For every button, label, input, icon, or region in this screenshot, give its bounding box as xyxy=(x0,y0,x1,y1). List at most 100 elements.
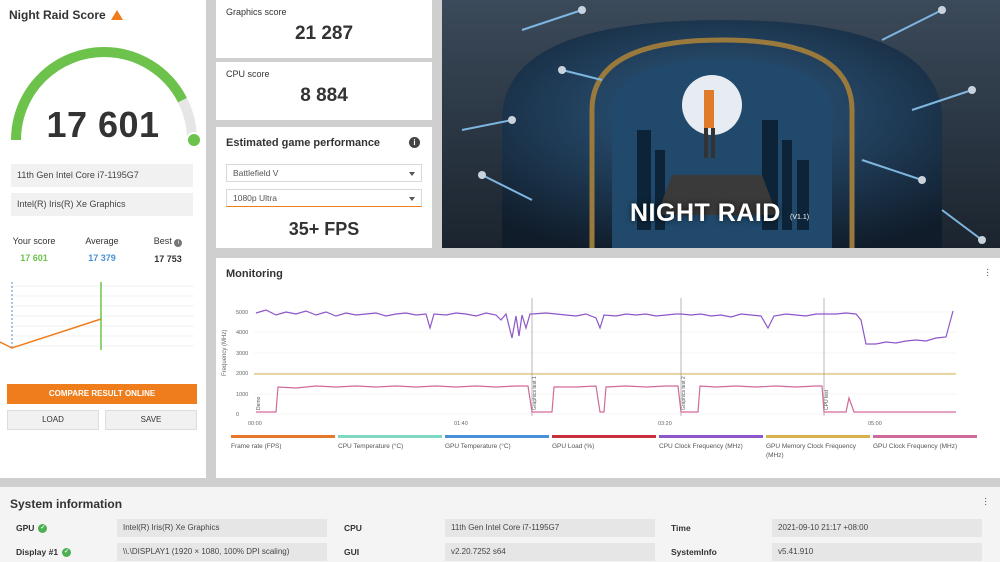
legend-swatch xyxy=(338,435,442,438)
save-button[interactable]: SAVE xyxy=(105,410,197,430)
legend-swatch xyxy=(766,435,870,438)
legend-label: GPU Clock Frequency (MHz) xyxy=(873,443,958,450)
graphics-score-panel: Graphics score 21 287 xyxy=(216,0,432,58)
legend-swatch xyxy=(873,435,977,438)
gpu-label-row: GPU ✓ xyxy=(16,523,48,533)
legend-label: CPU Temperature (°C) xyxy=(338,443,404,450)
graphics-score-value: 21 287 xyxy=(294,23,354,44)
your-score-label: Your score xyxy=(12,236,56,246)
cpu-clock-line xyxy=(255,309,954,345)
preset-select[interactable]: 1080p Ultra xyxy=(226,189,422,207)
more-options-icon[interactable]: · · · xyxy=(984,494,988,510)
your-score-stat: Your score 17 601 xyxy=(4,236,64,263)
monitoring-chart: Frequency (MHz) 5000 4000 3000 2000 1000 0 00… xyxy=(222,298,956,427)
legend-label: GPU Temperature (°C) xyxy=(445,443,511,450)
legend-label: GPU Memory Clock Frequency (MHz) xyxy=(766,443,856,459)
legend-label: GPU Load (%) xyxy=(552,443,595,450)
test-marker-label: Graphics test 2 xyxy=(681,376,687,410)
x-tick-label: 01:40 xyxy=(454,421,468,427)
average-value: 17 379 xyxy=(88,253,116,263)
legend-item[interactable]: GPU Temperature (°C) xyxy=(445,435,549,451)
x-tick-label: 05:00 xyxy=(868,421,882,427)
night-raid-banner-image: NIGHT RAID (V1.1) xyxy=(442,0,1000,248)
y-axis-label: Frequency (MHz) xyxy=(222,330,228,376)
y-tick-label: 0 xyxy=(236,412,239,418)
legend-item[interactable]: GPU Load (%) xyxy=(552,435,656,451)
legend-item[interactable]: CPU Clock Frequency (MHz) xyxy=(659,435,763,451)
score-panel: Night Raid Score 17 601 11th Gen Intel C… xyxy=(0,0,206,478)
score-distribution-chart: 17500 xyxy=(0,282,194,350)
cpu-label: CPU xyxy=(344,523,362,533)
score-title: Night Raid Score xyxy=(9,8,123,22)
display-label-row: Display #1 ✓ xyxy=(16,547,72,557)
test-marker-label: Graphics test 1 xyxy=(532,376,538,410)
check-circle-icon: ✓ xyxy=(62,547,72,557)
display-value: \\.\DISPLAY1 (1920 × 1080, 100% DPI scal… xyxy=(117,543,327,561)
best-label: Best xyxy=(153,236,172,246)
load-button[interactable]: LOAD xyxy=(7,410,99,430)
legend-item[interactable]: GPU Memory Clock Frequency (MHz) xyxy=(766,435,870,460)
system-information-title: System information xyxy=(10,497,123,511)
game-select-value: Battlefield V xyxy=(233,168,279,178)
banner-version: (V1.1) xyxy=(790,214,810,221)
cpu-score-panel: CPU score 8 884 xyxy=(216,62,432,120)
gpu-name-box: Intel(R) Iris(R) Xe Graphics xyxy=(11,193,193,216)
y-tick-label: 5000 xyxy=(236,310,248,316)
info-icon[interactable]: i xyxy=(174,239,183,247)
your-score-value: 17 601 xyxy=(20,253,48,263)
test-marker-label: Demo xyxy=(256,396,262,410)
warning-icon[interactable] xyxy=(110,10,123,20)
system-information-panel: System information · · · GPU ✓ Intel(R) Iri… xyxy=(0,487,1000,562)
score-curve xyxy=(0,318,102,349)
time-value: 2021-09-10 21:17 +08:00 xyxy=(772,519,982,537)
benchmark-result-window: Night Raid Score 17 601 11th Gen Intel C… xyxy=(0,0,1000,562)
chevron-down-icon xyxy=(409,197,415,201)
gui-label: GUI xyxy=(344,547,360,557)
y-tick-label: 4000 xyxy=(236,330,248,336)
cpu-score-value: 8 884 xyxy=(300,85,348,106)
score-title-text: Night Raid Score xyxy=(9,8,106,22)
gpu-value: Intel(R) Iris(R) Xe Graphics xyxy=(117,519,327,537)
legend-swatch xyxy=(445,435,549,438)
cpu-score-label: CPU score xyxy=(226,69,270,79)
cpu-name-box: 11th Gen Intel Core i7-1195G7 xyxy=(11,164,193,187)
y-tick-label: 1000 xyxy=(236,392,248,398)
estimated-fps: 35+ FPS xyxy=(288,219,360,239)
test-marker-label: CPU test xyxy=(824,389,830,410)
gpu-label: GPU xyxy=(16,523,35,533)
game-select[interactable]: Battlefield V xyxy=(226,164,422,182)
legend-swatch xyxy=(659,435,763,438)
chevron-down-icon xyxy=(409,172,415,176)
legend-item[interactable]: GPU Clock Frequency (MHz) xyxy=(873,435,977,451)
banner-title: NIGHT RAID xyxy=(630,199,781,227)
average-label: Average xyxy=(85,236,119,246)
graphics-score-label: Graphics score xyxy=(226,7,287,17)
estimated-performance-title: Estimated game performance xyxy=(226,137,381,149)
legend-label: Frame rate (FPS) xyxy=(231,443,282,450)
monitoring-panel: Monitoring · · · Frequency (MHz) 5000 4000 3… xyxy=(216,258,1000,478)
estimated-performance-panel: Estimated game performance i Battlefield… xyxy=(216,127,432,248)
systeminfo-label: SystemInfo xyxy=(671,547,717,557)
cpu-value: 11th Gen Intel Core i7-1195G7 xyxy=(445,519,655,537)
legend-label: CPU Clock Frequency (MHz) xyxy=(659,443,743,450)
y-tick-label: 3000 xyxy=(236,351,248,357)
y-tick-label: 2000 xyxy=(236,371,248,377)
info-icon[interactable]: i xyxy=(409,137,420,148)
legend-item[interactable]: CPU Temperature (°C) xyxy=(338,435,442,451)
best-value: 17 753 xyxy=(154,254,182,264)
x-tick-label: 03:20 xyxy=(658,421,672,427)
average-stat: Average 17 379 xyxy=(72,236,132,263)
display-label: Display #1 xyxy=(16,547,59,557)
score-comparison: Your score 17 601 Average 17 379 Best i … xyxy=(0,236,206,270)
best-stat: Best i 17 753 xyxy=(138,236,198,264)
legend-swatch xyxy=(231,435,335,438)
preset-select-value: 1080p Ultra xyxy=(233,193,277,203)
check-circle-icon: ✓ xyxy=(38,523,48,533)
chart-legend: Frame rate (FPS) CPU Temperature (°C) GPU … xyxy=(231,435,991,473)
gui-value: v2.20.7252 s64 xyxy=(445,543,655,561)
overall-score: 17 601 xyxy=(46,104,160,145)
best-label-row: Best i xyxy=(138,236,198,247)
legend-swatch xyxy=(552,435,656,438)
compare-result-online-button[interactable]: COMPARE RESULT ONLINE xyxy=(7,384,197,404)
legend-item[interactable]: Frame rate (FPS) xyxy=(231,435,335,451)
